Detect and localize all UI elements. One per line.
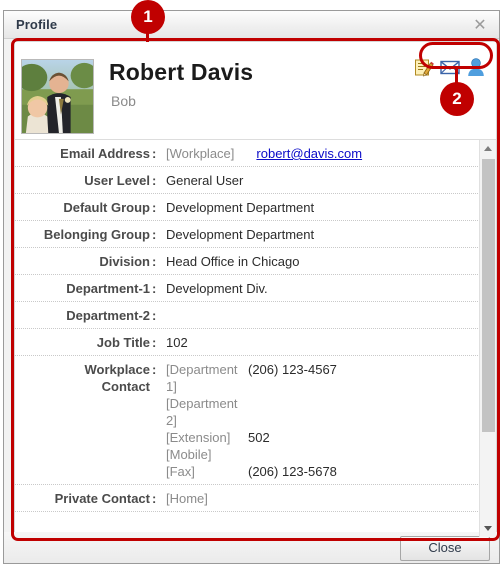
email-link[interactable]: robert@davis.com bbox=[256, 146, 362, 161]
profile-window: Profile ✕ Robert Davis Bob Email Address… bbox=[3, 10, 500, 562]
detail-value: Development Department bbox=[166, 227, 315, 242]
close-button[interactable]: Close bbox=[400, 536, 490, 561]
detail-value: Development Department bbox=[166, 200, 315, 215]
contact-entry-value: 502 bbox=[248, 430, 270, 445]
detail-row: Default Group: Development Department bbox=[15, 194, 496, 221]
contact-entry: [Fax] (206) 123-5678 bbox=[166, 463, 496, 480]
scrollbar-thumb[interactable] bbox=[482, 159, 495, 432]
detail-value: [Home] bbox=[160, 485, 496, 511]
edit-profile-icon[interactable] bbox=[414, 57, 434, 77]
detail-row: Belonging Group: Development Department bbox=[15, 221, 496, 248]
photo-image bbox=[22, 60, 93, 133]
contact-entry-key: [Extension] bbox=[166, 430, 231, 445]
contact-entry: [Extension] 502 bbox=[166, 429, 496, 446]
detail-row: Division: Head Office in Chicago bbox=[15, 248, 496, 275]
profile-panel: Robert Davis Bob Email Address: [Workpl… bbox=[14, 41, 497, 538]
detail-value: Head Office in Chicago bbox=[166, 254, 300, 269]
detail-row: Department-2: bbox=[15, 302, 496, 329]
detail-label: Workplace Contact bbox=[84, 362, 150, 394]
detail-label: Belonging Group bbox=[43, 227, 150, 242]
detail-colon: : bbox=[152, 200, 157, 215]
detail-row: Private Contact: [Home] bbox=[15, 485, 496, 512]
person-alias: Bob bbox=[111, 93, 136, 109]
window-title: Profile bbox=[16, 17, 58, 32]
detail-value: [Workplace] robert@davis.com bbox=[160, 140, 496, 166]
contact-entry-key: [Mobile] bbox=[166, 447, 212, 462]
contact-entry-key: [Department 2] bbox=[166, 396, 238, 428]
detail-row: Job Title:102 bbox=[15, 329, 496, 356]
detail-label: Division bbox=[99, 254, 150, 269]
contact-entry: [Mobile] bbox=[166, 446, 496, 463]
callout-2: 2 bbox=[440, 68, 474, 116]
email-tag: [Workplace] bbox=[166, 146, 235, 161]
contact-entry-value: (206) 123-4567 bbox=[248, 362, 337, 377]
profile-header: Robert Davis Bob bbox=[15, 42, 496, 140]
detail-label: Email Address bbox=[60, 146, 150, 161]
contact-entry: [Department 1] (206) 123-4567 bbox=[166, 361, 496, 395]
contact-entry: [Home] bbox=[166, 490, 496, 507]
page-title: Robert Davis bbox=[109, 59, 254, 85]
detail-colon: : bbox=[152, 491, 157, 506]
callout-2-badge: 2 bbox=[440, 82, 474, 116]
scroll-down-arrow-icon[interactable] bbox=[480, 520, 496, 537]
detail-row: Email Address: [Workplace] robert@davis.co… bbox=[15, 140, 496, 167]
detail-label: Job Title bbox=[96, 335, 150, 350]
callout-1: 1 bbox=[131, 0, 165, 44]
profile-details-list: Email Address: [Workplace] robert@davis.co… bbox=[15, 140, 496, 537]
detail-label: Department-1 bbox=[66, 281, 150, 296]
detail-label: Private Contact bbox=[54, 491, 150, 506]
detail-value: Development Div. bbox=[166, 281, 268, 296]
detail-row: Workplace Contact: [Department 1] (206) 12… bbox=[15, 356, 496, 485]
detail-value: General User bbox=[166, 173, 244, 188]
detail-colon: : bbox=[152, 146, 157, 161]
close-x-icon[interactable]: ✕ bbox=[471, 16, 489, 34]
detail-colon: : bbox=[152, 281, 157, 296]
detail-label: Department-2 bbox=[66, 308, 150, 323]
contact-entry: [Department 2] bbox=[166, 395, 496, 429]
detail-colon: : bbox=[152, 173, 157, 188]
detail-colon: : bbox=[152, 362, 157, 377]
contact-entry-key: [Fax] bbox=[166, 464, 195, 479]
detail-row: User Level: General User bbox=[15, 167, 496, 194]
contact-entry-key: [Department 1] bbox=[166, 362, 238, 394]
detail-colon: : bbox=[152, 254, 157, 269]
detail-colon: : bbox=[152, 335, 157, 350]
callout-1-badge: 1 bbox=[131, 0, 165, 34]
contact-entry-key: [Home] bbox=[166, 491, 208, 506]
detail-value: [Department 1] (206) 123-4567 [Department … bbox=[160, 356, 496, 484]
contact-entry-value: (206) 123-5678 bbox=[248, 464, 337, 479]
detail-value bbox=[160, 302, 496, 311]
profile-dialog-screen: Profile ✕ Robert Davis Bob Email Address… bbox=[0, 0, 504, 564]
detail-colon: : bbox=[152, 308, 157, 323]
detail-row: Department-1: Development Div. bbox=[15, 275, 496, 302]
detail-value: 102 bbox=[166, 335, 188, 350]
detail-label: User Level bbox=[84, 173, 150, 188]
details-scrollbar[interactable] bbox=[479, 140, 496, 537]
window-titlebar: Profile ✕ bbox=[4, 11, 499, 39]
profile-photo bbox=[21, 59, 94, 134]
detail-label: Default Group bbox=[63, 200, 150, 215]
detail-colon: : bbox=[152, 227, 157, 242]
scroll-up-arrow-icon[interactable] bbox=[480, 140, 496, 157]
dialog-footer: Close bbox=[3, 532, 500, 564]
